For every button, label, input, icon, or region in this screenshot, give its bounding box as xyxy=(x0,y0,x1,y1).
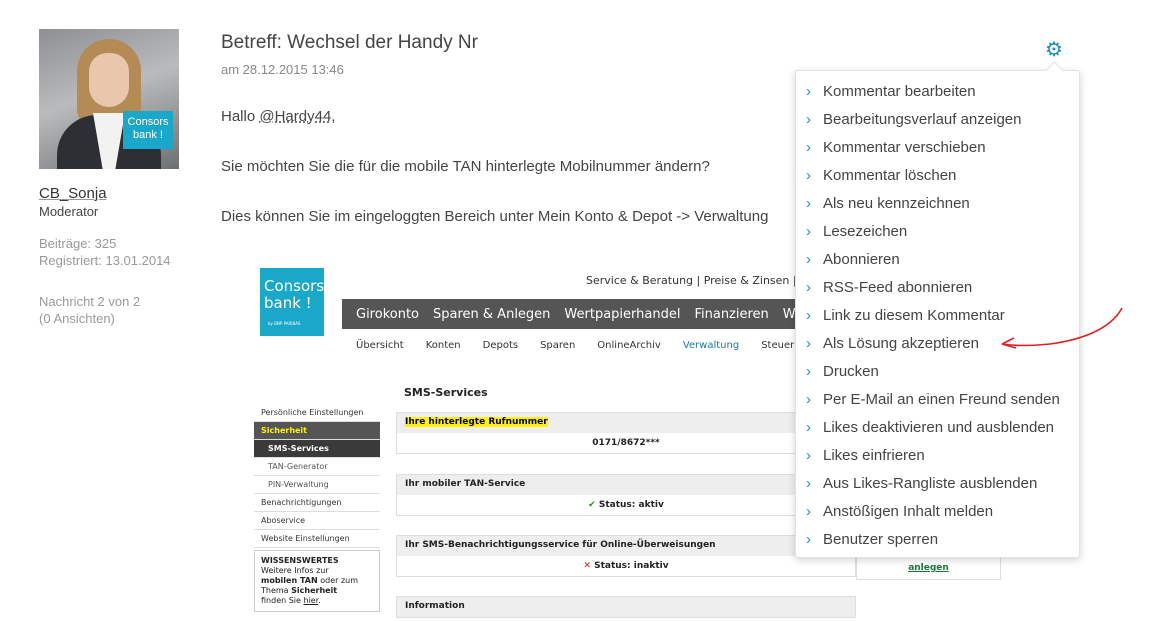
avatar[interactable]: Consors bank ! xyxy=(39,29,179,169)
menu-item-disable-likes[interactable]: › Likes deaktivieren und ausblenden xyxy=(796,413,1079,441)
box-title: Information xyxy=(397,597,855,617)
main-nav-item: Wertpapierhandel xyxy=(564,306,681,322)
check-icon: ✔ xyxy=(588,500,596,510)
chevron-right-icon: › xyxy=(806,390,811,408)
information-box: Information xyxy=(396,596,856,618)
greeting-end: , xyxy=(331,108,336,125)
main-nav: Girokonto Sparen & Anlegen Wertpapierhan… xyxy=(342,299,843,329)
box-title: Ihr SMS-Benachrichtigungsservice für Onl… xyxy=(397,536,855,556)
sidebar-item-sms: SMS-Services xyxy=(254,440,380,458)
phone-number-box: Ihre hinterlegte Rufnummer 0171/8672*** xyxy=(396,412,856,454)
post-subject: Betreff: Wechsel der Handy Nr xyxy=(221,32,478,53)
tan-service-box: Ihr mobiler TAN-Service ✔ Status: aktiv xyxy=(396,474,856,516)
menu-item-edit-history[interactable]: › Bearbeitungsverlauf anzeigen xyxy=(796,105,1079,133)
chevron-right-icon: › xyxy=(806,446,811,464)
menu-item-rss[interactable]: › RSS-Feed abonnieren xyxy=(796,273,1079,301)
chevron-right-icon: › xyxy=(806,530,811,548)
sms-notify-box: Ihr SMS-Benachrichtigungsservice für Onl… xyxy=(396,535,856,577)
sub-nav-item: Depots xyxy=(482,340,519,351)
chevron-right-icon: › xyxy=(806,278,811,296)
author-panel: Consors bank ! CB_Sonja Moderator Beiträ… xyxy=(39,29,189,327)
main-nav-item: Sparen & Anlegen xyxy=(433,306,551,322)
sms-title: SMS-Services xyxy=(404,386,488,399)
menu-item-report[interactable]: › Anstößigen Inhalt melden xyxy=(796,497,1079,525)
chevron-right-icon: › xyxy=(806,222,811,240)
chevron-right-icon: › xyxy=(806,306,811,324)
chevron-right-icon: › xyxy=(806,110,811,128)
chevron-right-icon: › xyxy=(806,138,811,156)
chevron-right-icon: › xyxy=(806,334,811,352)
main-nav-item: Girokonto xyxy=(356,306,420,322)
anlegen-link: anlegen xyxy=(856,556,1001,580)
chevron-right-icon: › xyxy=(806,362,811,380)
menu-item-edit-comment[interactable]: › Kommentar bearbeiten xyxy=(796,77,1079,105)
post-line-2: Dies können Sie im eingeloggten Bereich … xyxy=(221,208,769,225)
sub-nav: Übersicht Konten Depots Sparen OnlineArc… xyxy=(356,340,816,351)
phone-number: 0171/8672*** xyxy=(592,438,660,448)
gear-icon[interactable]: ⚙ xyxy=(1044,40,1064,60)
info-box: WISSENSWERTES Weitere Infos zur mobilen … xyxy=(254,550,380,612)
cross-icon: ✕ xyxy=(583,561,591,571)
chevron-right-icon: › xyxy=(806,418,811,436)
sidebar-item-security: Sicherheit xyxy=(254,422,380,440)
view-count: (0 Ansichten) xyxy=(39,311,115,326)
greeting-text: Hallo xyxy=(221,108,260,125)
chevron-right-icon: › xyxy=(806,502,811,520)
notify-status: Status: inaktiv xyxy=(594,561,669,571)
chevron-right-icon: › xyxy=(806,194,811,212)
author-registered: Registriert: 13.01.2014 xyxy=(39,253,171,268)
menu-item-freeze-likes[interactable]: › Likes einfrieren xyxy=(796,441,1079,469)
chevron-right-icon: › xyxy=(806,474,811,492)
author-stats: Beiträge: 325 Registriert: 13.01.2014 xyxy=(39,235,189,269)
annotation-arrow xyxy=(1001,307,1123,349)
main-nav-item: Finanzieren xyxy=(694,306,769,322)
settings-sidebar: Persönliche Einstellungen Sicherheit SMS… xyxy=(254,404,380,612)
post-greeting: Hallo @Hardy44, xyxy=(221,108,335,125)
chevron-right-icon: › xyxy=(806,166,811,184)
sidebar-item: PIN-Verwaltung xyxy=(254,476,380,494)
menu-item-email-friend[interactable]: › Per E-Mail an einen Freund senden xyxy=(796,385,1079,413)
sub-nav-item: Konten xyxy=(425,340,461,351)
user-mention-link[interactable]: @Hardy44 xyxy=(259,108,331,125)
menu-item-delete-comment[interactable]: › Kommentar löschen xyxy=(796,161,1079,189)
tan-status: Status: aktiv xyxy=(598,500,664,510)
top-nav: Service & Beratung | Preise & Zinsen | Ü… xyxy=(586,274,816,287)
author-name-link[interactable]: CB_Sonja xyxy=(39,185,189,202)
menu-item-subscribe[interactable]: › Abonnieren xyxy=(796,245,1079,273)
sub-nav-item: OnlineArchiv xyxy=(597,340,661,351)
menu-item-print[interactable]: › Drucken xyxy=(796,357,1079,385)
box-title: Ihre hinterlegte Rufnummer xyxy=(405,417,548,427)
menu-item-hide-ranking[interactable]: › Aus Likes-Rangliste ausblenden xyxy=(796,469,1079,497)
sub-nav-item: Übersicht xyxy=(356,340,404,351)
sidebar-item: Persönliche Einstellungen xyxy=(254,404,380,422)
author-posts: Beiträge: 325 xyxy=(39,236,117,251)
sidebar-item: Aboservice xyxy=(254,512,380,530)
sub-nav-item: Sparen xyxy=(540,340,576,351)
author-role: Moderator xyxy=(39,204,99,219)
sub-nav-item-active: Verwaltung xyxy=(682,340,740,351)
chevron-right-icon: › xyxy=(806,82,811,100)
box-title: Ihr mobiler TAN-Service xyxy=(397,475,855,495)
sidebar-item: Benachrichtigungen xyxy=(254,494,380,512)
post-line-1: Sie möchten Sie die für die mobile TAN h… xyxy=(221,158,710,175)
message-position: Nachricht 2 von 2 (0 Ansichten) xyxy=(39,293,189,327)
message-counter: Nachricht 2 von 2 xyxy=(39,294,141,309)
menu-item-ban-user[interactable]: › Benutzer sperren xyxy=(796,525,1079,553)
chevron-right-icon: › xyxy=(806,250,811,268)
sidebar-item: TAN-Generator xyxy=(254,458,380,476)
menu-item-mark-new[interactable]: › Als neu kennzeichnen xyxy=(796,189,1079,217)
sidebar-item: Website Einstellungen xyxy=(254,530,380,548)
avatar-logo: Consors bank ! xyxy=(123,111,173,149)
menu-item-bookmark[interactable]: › Lesezeichen xyxy=(796,217,1079,245)
consorsbank-logo: Consors bank ! by BNP PARIBAS xyxy=(260,268,324,336)
sub-nav-item: Steuer xyxy=(761,340,795,351)
menu-item-move-comment[interactable]: › Kommentar verschieben xyxy=(796,133,1079,161)
